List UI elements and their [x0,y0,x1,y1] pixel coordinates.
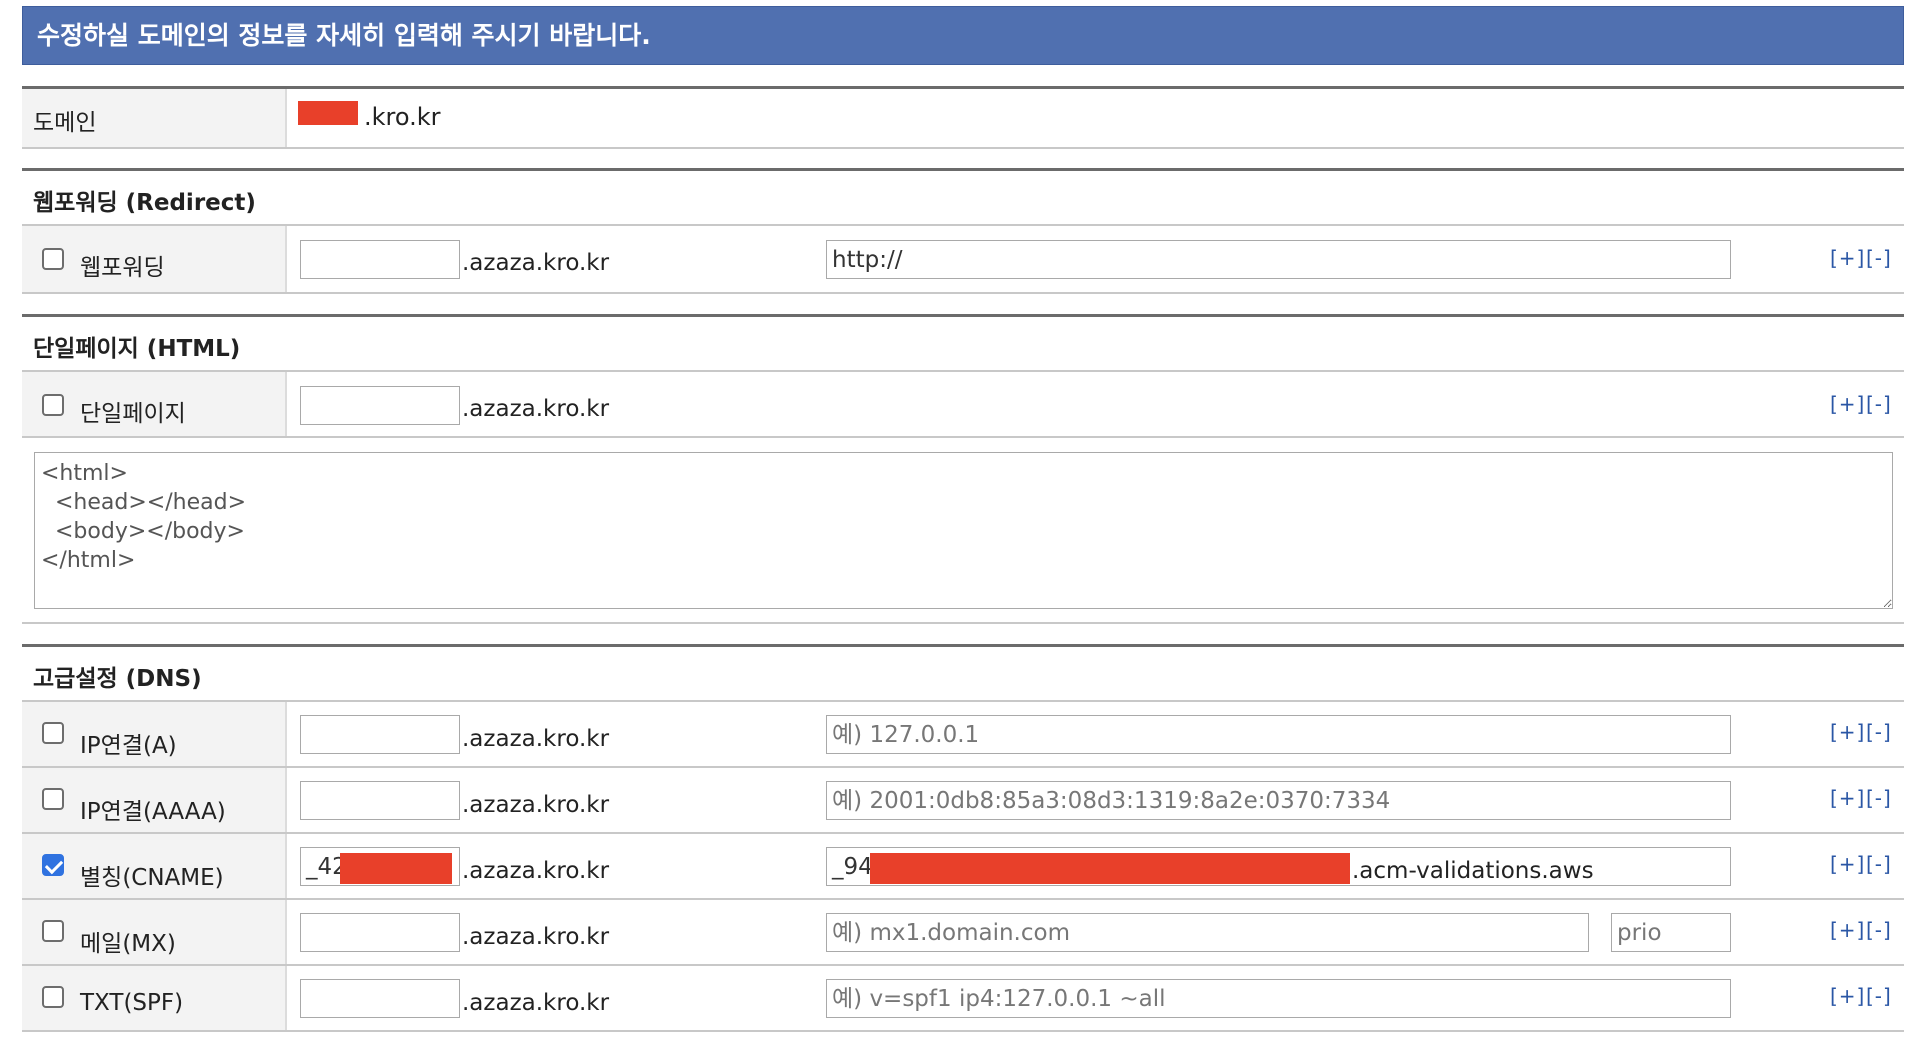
single-page-domain-suffix: .azaza.kro.kr [462,396,610,422]
dns-a-subdomain-input[interactable] [300,715,460,754]
dns-mx-domain-suffix: .azaza.kro.kr [462,924,610,950]
divider [22,766,1904,768]
redacted-cname-target [870,853,1350,884]
redirect-subdomain-input[interactable] [300,240,460,279]
redirect-domain-suffix: .azaza.kro.kr [462,250,610,276]
dns-txt-value-input[interactable]: 예) v=spf1 ip4:127.0.0.1 ~all [826,979,1731,1018]
dns-cname-domain-suffix: .azaza.kro.kr [462,858,610,884]
redacted-domain-name [298,101,358,125]
divider [22,1030,1904,1032]
dns-cname-remove-button[interactable]: [-] [1866,852,1892,876]
divider [22,168,1904,171]
divider [22,314,1904,317]
dns-cname-checkbox[interactable] [42,854,64,876]
divider [22,622,1904,624]
divider [22,964,1904,966]
dns-cname-value-prefix: _94 [832,854,873,880]
dns-a-value-input[interactable]: 예) 127.0.0.1 [826,715,1731,754]
dns-aaaa-checkbox[interactable] [42,788,64,810]
redirect-add-button[interactable]: [+] [1830,246,1865,270]
section-title-redirect: 웹포워딩 (Redirect) [33,190,256,216]
dns-mx-label: 메일(MX) [80,931,176,957]
page-header-banner: 수정하실 도메인의 정보를 자세히 입력해 주시기 바랍니다. [22,6,1904,65]
dns-txt-label: TXT(SPF) [80,990,184,1016]
divider [22,224,1904,226]
dns-txt-add-button[interactable]: [+] [1830,984,1865,1008]
dns-a-remove-button[interactable]: [-] [1866,720,1892,744]
dns-mx-checkbox[interactable] [42,920,64,942]
dns-mx-add-button[interactable]: [+] [1830,918,1865,942]
dns-aaaa-label: IP연결(AAAA) [80,799,226,825]
dns-a-add-button[interactable]: [+] [1830,720,1865,744]
section-title-dns: 고급설정 (DNS) [33,666,202,692]
divider [22,292,1904,294]
dns-txt-remove-button[interactable]: [-] [1866,984,1892,1008]
divider [22,436,1904,438]
divider [22,147,1904,149]
redirect-url-input[interactable]: http:// [826,240,1731,279]
dns-cname-value-suffix: .acm-validations.aws [1352,858,1594,884]
dns-aaaa-add-button[interactable]: [+] [1830,786,1865,810]
dns-aaaa-subdomain-input[interactable] [300,781,460,820]
dns-aaaa-domain-suffix: .azaza.kro.kr [462,792,610,818]
single-page-label: 단일페이지 [80,401,186,427]
dns-mx-remove-button[interactable]: [-] [1866,918,1892,942]
section-title-single-page: 단일페이지 (HTML) [33,336,241,362]
dns-a-domain-suffix: .azaza.kro.kr [462,726,610,752]
domain-value: .kro.kr [364,103,441,131]
dns-cname-label: 별칭(CNAME) [80,865,224,891]
redirect-checkbox[interactable] [42,248,64,270]
dns-aaaa-value-input[interactable]: 예) 2001:0db8:85a3:08d3:1319:8a2e:0370:73… [826,781,1731,820]
divider [22,700,1904,702]
dns-mx-priority-input[interactable]: prio [1611,913,1731,952]
dns-aaaa-remove-button[interactable]: [-] [1866,786,1892,810]
dns-txt-checkbox[interactable] [42,986,64,1008]
dns-mx-value-input[interactable]: 예) mx1.domain.com [826,913,1589,952]
redirect-label: 웹포워딩 [80,255,165,281]
html-content-textarea[interactable]: <html> <head></head> <body></body> </htm… [34,452,1893,609]
redirect-remove-button[interactable]: [-] [1866,246,1892,270]
divider [22,832,1904,834]
dns-a-checkbox[interactable] [42,722,64,744]
domain-label: 도메인 [33,110,97,136]
redacted-subdomain [340,853,452,884]
divider [22,898,1904,900]
divider [22,644,1904,647]
divider [22,86,1904,89]
single-page-subdomain-input[interactable] [300,386,460,425]
dns-txt-subdomain-input[interactable] [300,979,460,1018]
single-page-remove-button[interactable]: [-] [1866,392,1892,416]
dns-mx-subdomain-input[interactable] [300,913,460,952]
dns-cname-add-button[interactable]: [+] [1830,852,1865,876]
dns-txt-domain-suffix: .azaza.kro.kr [462,990,610,1016]
divider [22,370,1904,372]
single-page-checkbox[interactable] [42,394,64,416]
single-page-add-button[interactable]: [+] [1830,392,1865,416]
dns-a-label: IP연결(A) [80,733,177,759]
